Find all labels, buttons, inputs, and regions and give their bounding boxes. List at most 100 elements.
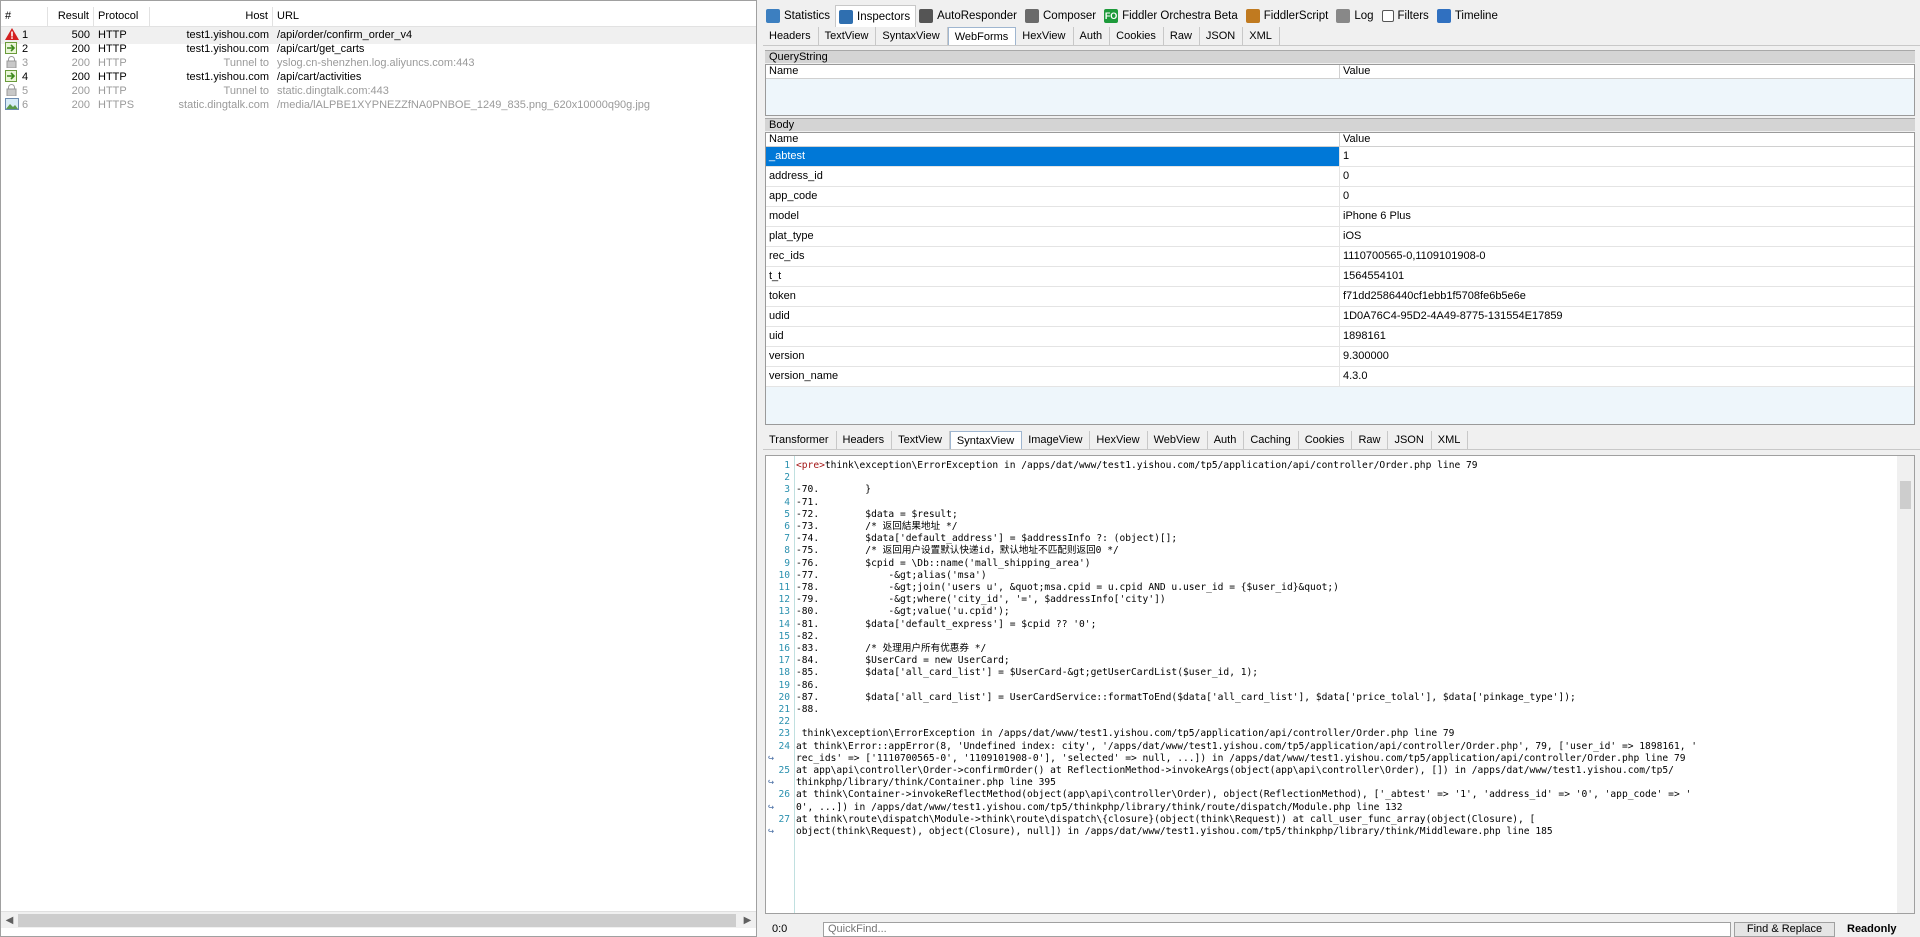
body-field-value[interactable]: 0 [1340,187,1914,206]
inspector-pane: Statistics Inspectors AutoResponder Compose… [763,0,1920,937]
request-tab-raw[interactable]: Raw [1164,27,1200,45]
querystring-grid: Name Value [765,64,1915,116]
body-row[interactable]: model iPhone 6 Plus [766,207,1914,227]
body-row[interactable]: uid 1898161 [766,327,1914,347]
body-field-value[interactable]: 9.300000 [1340,347,1914,366]
body-grid: Name Value _abtest 1 address_id 0 app_code 0 m… [765,132,1915,425]
scroll-right-icon[interactable]: ▶ [739,912,756,929]
body-row[interactable]: t_t 1564554101 [766,267,1914,287]
request-tab-headers[interactable]: Headers [763,27,819,45]
body-field-name: uid [766,327,1340,346]
tab-label: Inspectors [857,10,911,23]
log-icon [1336,9,1351,23]
inspect-icon [839,9,854,24]
horizontal-scrollbar[interactable]: ◀ ▶ [1,911,756,928]
response-tab-headers[interactable]: Headers [837,431,893,449]
response-tab-json[interactable]: JSON [1388,431,1432,449]
body-field-value[interactable]: 1 [1340,147,1914,166]
response-tab-hexview[interactable]: HexView [1090,431,1148,449]
querystring-value-column[interactable]: Value [1340,65,1914,78]
body-field-value[interactable]: 4.3.0 [1340,367,1914,386]
column-header-result[interactable]: Result [48,7,94,27]
body-row[interactable]: version_name 4.3.0 [766,367,1914,387]
body-field-value[interactable]: 1D0A76C4-95D2-4A49-8775-131554E17859 [1340,307,1914,326]
vertical-scrollbar[interactable] [1897,456,1914,913]
body-row[interactable]: plat_type iOS [766,227,1914,247]
response-tab-syntaxview[interactable]: SyntaxView [949,431,1023,449]
body-row[interactable]: udid 1D0A76C4-95D2-4A49-8775-131554E17859 [766,307,1914,327]
timeline-icon [1436,9,1451,23]
column-header-url[interactable]: URL [273,7,756,27]
tab-autoresponder[interactable]: AutoResponder [916,5,1022,27]
response-tab-transformer[interactable]: Transformer [763,431,837,449]
scrollbar-thumb[interactable] [1900,481,1911,509]
tab-fiddlerscript[interactable]: FiddlerScript [1243,5,1334,27]
column-header-protocol[interactable]: Protocol [94,7,150,27]
request-tab-textview[interactable]: TextView [819,27,877,45]
body-row[interactable]: app_code 0 [766,187,1914,207]
querystring-name-column[interactable]: Name [766,65,1340,78]
request-tab-cookies[interactable]: Cookies [1110,27,1164,45]
column-header-number[interactable]: # [1,7,48,27]
tab-label: Filters [1397,10,1429,22]
request-inspector-tabs: Headers TextView SyntaxView WebForms HexView… [763,27,1920,46]
fo-icon: FO [1104,9,1119,23]
body-name-column[interactable]: Name [766,133,1340,146]
request-tab-syntaxview[interactable]: SyntaxView [876,27,948,45]
request-tab-json[interactable]: JSON [1200,27,1244,45]
body-field-value[interactable]: iOS [1340,227,1914,246]
tab-statistics[interactable]: Statistics [763,5,835,27]
response-tab-imageview[interactable]: ImageView [1022,431,1091,449]
tab-fiddler-orchestra-beta[interactable]: FO Fiddler Orchestra Beta [1101,5,1243,27]
body-field-value[interactable]: 1564554101 [1340,267,1914,286]
body-field-value[interactable]: iPhone 6 Plus [1340,207,1914,226]
syntax-view-editor[interactable]: 1 <pre>think\exception\ErrorException in … [765,455,1915,914]
body-field-value[interactable]: f71dd2586440cf1ebb1f5708fe6b5e6e [1340,287,1914,306]
body-row[interactable]: token f71dd2586440cf1ebb1f5708fe6b5e6e [766,287,1914,307]
script-icon [1245,9,1260,23]
querystring-header: Name Value [766,65,1914,79]
request-tab-webforms[interactable]: WebForms [947,27,1017,45]
scroll-left-icon[interactable]: ◀ [1,912,18,929]
response-tab-cookies[interactable]: Cookies [1299,431,1353,449]
session-host: static.dingtalk.com [178,99,269,111]
response-tab-webview[interactable]: WebView [1148,431,1208,449]
column-header-host[interactable]: Host [150,7,273,27]
request-tab-auth[interactable]: Auth [1074,27,1111,45]
response-tab-raw[interactable]: Raw [1352,431,1389,449]
scrollbar-thumb[interactable] [18,914,736,927]
body-field-name: address_id [766,167,1340,186]
session-row[interactable]: 6 200 HTTPS static.dingtalk.com/media/lALPB… [1,97,756,114]
find-replace-button[interactable]: Find & Replace [1734,921,1835,937]
response-tab-auth[interactable]: Auth [1208,431,1245,449]
response-inspector-tabs: Transformer Headers TextView SyntaxView Imag… [763,431,1920,450]
request-tab-xml[interactable]: XML [1243,27,1280,45]
response-tab-caching[interactable]: Caching [1244,431,1299,449]
code-content: object(think\Request), object(Closure), … [796,826,1553,837]
body-value-column[interactable]: Value [1340,133,1914,146]
tab-inspectors[interactable]: Inspectors [835,5,917,27]
request-tab-hexview[interactable]: HexView [1016,27,1074,45]
response-tab-xml[interactable]: XML [1432,431,1469,449]
tab-log[interactable]: Log [1333,5,1378,27]
request-arrow-icon [5,70,19,82]
body-field-value[interactable]: 1898161 [1340,327,1914,346]
body-row[interactable]: _abtest 1 [766,147,1914,167]
tab-composer[interactable]: Composer [1022,5,1101,27]
body-row[interactable]: rec_ids 1110700565-0,1109101908-0 [766,247,1914,267]
tab-timeline[interactable]: Timeline [1434,5,1503,27]
tab-filters[interactable]: Filters [1379,5,1434,27]
session-id: 5 [22,85,29,97]
session-protocol: HTTPS [98,99,135,111]
body-field-value[interactable]: 1110700565-0,1109101908-0 [1340,247,1914,266]
body-row[interactable]: version 9.300000 [766,347,1914,367]
body-row[interactable]: address_id 0 [766,167,1914,187]
tab-label: FiddlerScript [1263,10,1329,22]
lock-icon [5,56,19,69]
body-field-value[interactable]: 0 [1340,167,1914,186]
sessions-header: # Result Protocol Host URL [1,7,756,27]
body-field-name: token [766,287,1340,306]
response-tab-textview[interactable]: TextView [892,431,950,449]
quickfind-input[interactable] [823,921,1731,937]
session-url: /media/lALPBE1XYPNEZZfNA0PNBOE_1249_835.… [277,99,651,111]
